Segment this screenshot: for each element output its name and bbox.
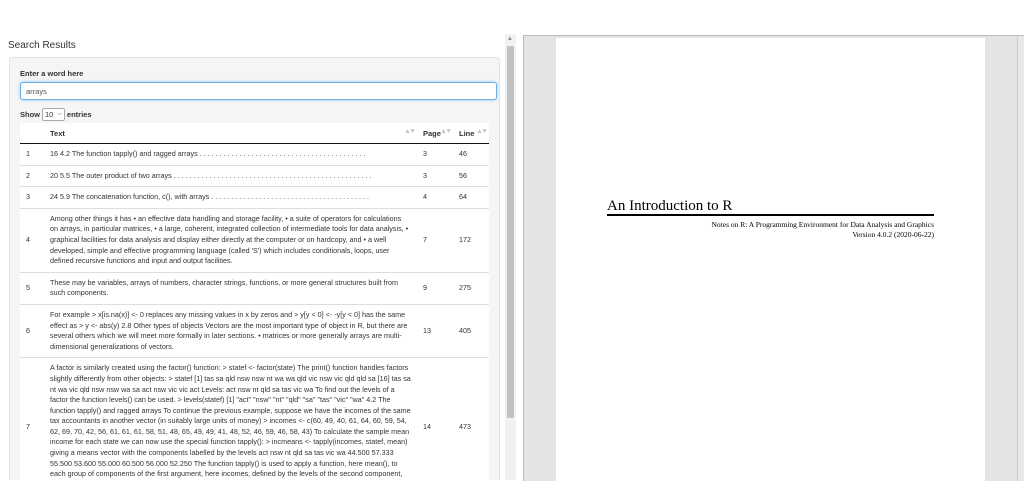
page-length-select[interactable]: 10 ⌵: [42, 108, 65, 121]
pdf-page: An Introduction to R Notes on R: A Progr…: [556, 38, 985, 481]
row-line-link[interactable]: 275: [453, 271, 489, 305]
column-header-line-label: Line: [459, 128, 475, 138]
row-text: These may be variables, arrays of number…: [44, 271, 417, 305]
pdf-viewer[interactable]: An Introduction to R Notes on R: A Progr…: [523, 35, 1024, 481]
column-header-line[interactable]: Line ▲▼: [453, 123, 489, 144]
viewer-scrollbar[interactable]: [1017, 36, 1024, 481]
scroll-up-arrow-icon[interactable]: ▲: [507, 36, 513, 42]
entries-label: entries: [66, 110, 92, 119]
results-table: Text ▲▼ Page ▲▼ Line ▲▼ 1 16 4.2 The functi…: [20, 123, 489, 480]
page-title: Search Results: [8, 40, 76, 51]
row-index: 4: [20, 207, 44, 273]
scrollbar-thumb[interactable]: [507, 46, 514, 418]
row-page-link[interactable]: 3: [417, 144, 453, 166]
row-page-link[interactable]: 13: [417, 303, 453, 358]
row-index: 3: [20, 186, 44, 209]
page-length-control: Show 10 ⌵ entries: [20, 108, 92, 121]
sort-icon: ▲▼: [404, 128, 416, 135]
table-row[interactable]: 3 24 5.9 The concatenation function, c()…: [20, 186, 489, 209]
row-line-link[interactable]: 405: [453, 303, 489, 358]
column-header-index[interactable]: [20, 123, 44, 144]
table-row[interactable]: 5 These may be variables, arrays of numb…: [20, 271, 489, 305]
row-line-link[interactable]: 46: [453, 144, 489, 166]
document-title: An Introduction to R: [607, 198, 733, 214]
row-line-link[interactable]: 473: [453, 357, 489, 480]
column-header-page[interactable]: Page ▲▼: [417, 123, 453, 144]
search-panel: Enter a word here Show 10 ⌵ entries Text…: [9, 57, 500, 480]
row-page-link[interactable]: 3: [417, 164, 453, 187]
column-header-text[interactable]: Text ▲▼: [44, 123, 417, 144]
row-page-link[interactable]: 7: [417, 207, 453, 273]
table-header-row: Text ▲▼ Page ▲▼ Line ▲▼: [20, 123, 489, 144]
row-index: 5: [20, 271, 44, 305]
chevron-down-icon: ⌵: [57, 111, 62, 117]
title-rule: [607, 214, 934, 216]
column-header-text-label: Text: [50, 128, 65, 138]
document-version: Version 4.0.2 (2020-06-22): [852, 230, 934, 239]
row-text: A factor is similarly created using the …: [44, 357, 417, 480]
row-index: 7: [20, 357, 44, 480]
search-input[interactable]: [20, 82, 497, 100]
row-line-link[interactable]: 172: [453, 207, 489, 273]
row-page-link[interactable]: 9: [417, 271, 453, 305]
document-subtitle: Notes on R: A Programming Environment fo…: [711, 220, 934, 229]
show-label: Show: [20, 110, 40, 119]
table-row[interactable]: 1 16 4.2 The function tapply() and ragge…: [20, 144, 489, 166]
row-line-link[interactable]: 56: [453, 164, 489, 187]
row-index: 2: [20, 164, 44, 187]
table-row[interactable]: 2 20 5.5 The outer product of two arrays…: [20, 164, 489, 187]
row-text: 20 5.5 The outer product of two arrays .…: [44, 164, 417, 187]
row-line-link[interactable]: 64: [453, 186, 489, 209]
table-row[interactable]: 6 For example > x[is.na(x)] <- 0 replace…: [20, 303, 489, 358]
page-length-value: 10: [45, 110, 54, 119]
row-text: For example > x[is.na(x)] <- 0 replaces …: [44, 303, 417, 358]
table-row[interactable]: 4 Among other things it has • an effecti…: [20, 207, 489, 273]
column-header-page-label: Page: [423, 128, 441, 138]
search-pane: Search Results Enter a word here Show 10…: [0, 0, 505, 480]
table-row[interactable]: 7 A factor is similarly created using th…: [20, 357, 489, 480]
row-page-link[interactable]: 14: [417, 357, 453, 480]
sort-icon: ▲▼: [476, 128, 488, 135]
row-page-link[interactable]: 4: [417, 186, 453, 209]
row-text: 24 5.9 The concatenation function, c(), …: [44, 186, 417, 209]
page-scrollbar[interactable]: ▲: [505, 34, 516, 480]
row-index: 1: [26, 149, 30, 158]
row-text: 16 4.2 The function tapply() and ragged …: [50, 149, 366, 158]
row-index: 6: [20, 303, 44, 358]
search-label: Enter a word here: [20, 69, 84, 78]
row-text: Among other things it has • an effective…: [44, 207, 417, 273]
sort-icon: ▲▼: [440, 128, 452, 135]
